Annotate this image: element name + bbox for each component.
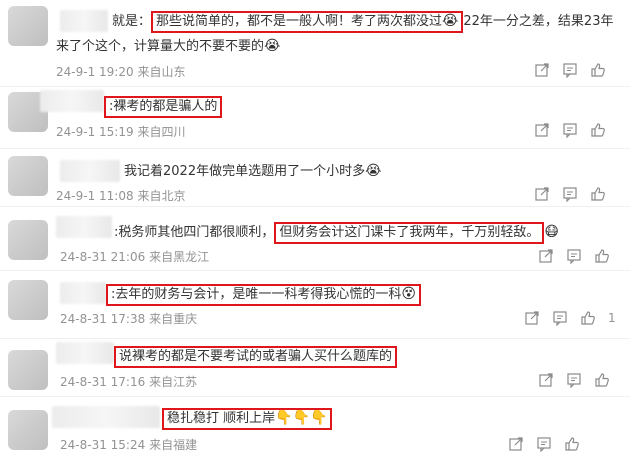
comment-actions xyxy=(534,186,610,202)
comment-text: :税务师其他四门都很顺利， 但财务会计这门课卡了我两年，千万别轻敌。 😷 xyxy=(114,222,559,244)
comment-date: 24-8-31 17:38 xyxy=(60,312,146,326)
comment-icon[interactable] xyxy=(562,62,578,78)
highlight-box: :裸考的都是骗人的 xyxy=(104,96,223,118)
highlight-box: 但财务会计这门课卡了我两年，千万别轻敌。 xyxy=(274,222,545,244)
comment-meta: 24-8-31 17:16 来自江苏 xyxy=(60,373,197,390)
comment-date: 24-9-1 15:19 xyxy=(56,125,134,139)
comment-icon[interactable] xyxy=(562,122,578,138)
comment-location: 来自重庆 xyxy=(149,312,198,326)
like-icon[interactable] xyxy=(564,436,580,452)
comment-location: 来自山东 xyxy=(137,65,186,79)
highlight-box: 说裸考的都是不要考试的或者骗人买什么题库的 xyxy=(114,346,398,368)
like-count: 1 xyxy=(608,311,616,325)
comment-icon[interactable] xyxy=(566,248,582,264)
comment-text: 稳扎稳打 顺利上岸👇👇👇 xyxy=(162,408,333,430)
crying-emoji: 😭 xyxy=(365,163,382,179)
comment-date: 24-9-1 11:08 xyxy=(56,189,134,203)
comment-meta: 24-9-1 15:19 来自四川 xyxy=(56,123,185,140)
divider xyxy=(0,148,630,149)
share-icon[interactable] xyxy=(538,248,554,264)
pointing-down-emoji: 👇👇👇 xyxy=(275,410,328,426)
comment-text: 就是： 那些说简单的，都不是一般人啊！考了两次都没过😭 22年一分之差，结果23年 xyxy=(112,11,613,33)
highlight-box: :去年的财务与会计，是唯一一科考得我心慌的一科😵 xyxy=(106,284,421,306)
divider xyxy=(0,338,630,339)
nickname-blurred xyxy=(52,406,160,428)
avatar[interactable] xyxy=(8,156,48,196)
comment-actions xyxy=(534,62,610,78)
divider xyxy=(0,270,630,271)
comment-text: 说裸考的都是不要考试的或者骗人买什么题库的 xyxy=(114,346,398,368)
comment-text: 我记着2022年做完单选题用了一个小时多😭 xyxy=(124,163,382,179)
dizzy-emoji: 😵 xyxy=(401,286,416,302)
highlight-box: 稳扎稳打 顺利上岸👇👇👇 xyxy=(162,408,333,430)
like-icon[interactable] xyxy=(580,310,596,326)
comment-meta: 24-9-1 19:20 来自山东 xyxy=(56,63,185,80)
share-icon[interactable] xyxy=(538,372,554,388)
divider xyxy=(0,206,630,207)
avatar[interactable] xyxy=(8,280,48,320)
comment-meta: 24-9-1 11:08 来自北京 xyxy=(56,187,185,204)
divider xyxy=(0,86,630,87)
comment-icon[interactable] xyxy=(566,372,582,388)
comment-actions: 1 xyxy=(524,310,616,326)
share-icon[interactable] xyxy=(534,62,550,78)
comment-text: :裸考的都是骗人的 xyxy=(104,96,223,118)
like-icon[interactable] xyxy=(590,186,606,202)
avatar[interactable] xyxy=(8,6,48,46)
comment-meta: 24-8-31 21:06 来自黑龙江 xyxy=(60,248,209,265)
nickname-blurred xyxy=(60,160,120,182)
comment-actions xyxy=(534,122,610,138)
comment-location: 来自四川 xyxy=(137,125,186,139)
like-icon[interactable] xyxy=(594,248,610,264)
comment-date: 24-8-31 21:06 xyxy=(60,250,146,264)
comment-location: 来自福建 xyxy=(149,438,198,452)
nickname-blurred xyxy=(60,10,108,32)
mask-emoji: 😷 xyxy=(544,224,560,240)
comment-icon[interactable] xyxy=(562,186,578,202)
comment-date: 24-8-31 17:16 xyxy=(60,375,146,389)
comment-meta: 24-8-31 17:38 来自重庆 xyxy=(60,310,197,327)
highlight-box: 那些说简单的，都不是一般人啊！考了两次都没过😭 xyxy=(151,11,464,33)
nickname-blurred xyxy=(40,90,104,112)
comment-icon[interactable] xyxy=(552,310,568,326)
crying-emoji: 😭 xyxy=(442,13,459,29)
comment-text: :去年的财务与会计，是唯一一科考得我心慌的一科😵 xyxy=(106,284,421,306)
avatar[interactable] xyxy=(8,350,48,390)
comment-location: 来自黑龙江 xyxy=(149,250,210,264)
crying-emoji: 😭 xyxy=(264,38,281,54)
comment-actions xyxy=(538,372,614,388)
share-icon[interactable] xyxy=(508,436,524,452)
comment-date: 24-8-31 15:24 xyxy=(60,438,146,452)
share-icon[interactable] xyxy=(534,186,550,202)
comment-text-line2: 来了个这个，计算量大的不要不要的😭 xyxy=(56,38,281,54)
comment-location: 来自北京 xyxy=(137,189,186,203)
like-icon[interactable] xyxy=(594,372,610,388)
comment-actions xyxy=(508,436,584,452)
nickname-blurred xyxy=(56,342,114,364)
comment-date: 24-9-1 19:20 xyxy=(56,65,134,79)
share-icon[interactable] xyxy=(524,310,540,326)
comment-meta: 24-8-31 15:24 来自福建 xyxy=(60,436,197,453)
avatar[interactable] xyxy=(8,220,48,260)
nickname-blurred xyxy=(56,216,112,238)
comment-location: 来自江苏 xyxy=(149,375,198,389)
like-icon[interactable] xyxy=(590,62,606,78)
comment-actions xyxy=(538,248,614,264)
divider xyxy=(0,396,630,397)
comment-icon[interactable] xyxy=(536,436,552,452)
share-icon[interactable] xyxy=(534,122,550,138)
like-icon[interactable] xyxy=(590,122,606,138)
avatar[interactable] xyxy=(8,410,48,450)
nickname-blurred xyxy=(60,282,106,304)
